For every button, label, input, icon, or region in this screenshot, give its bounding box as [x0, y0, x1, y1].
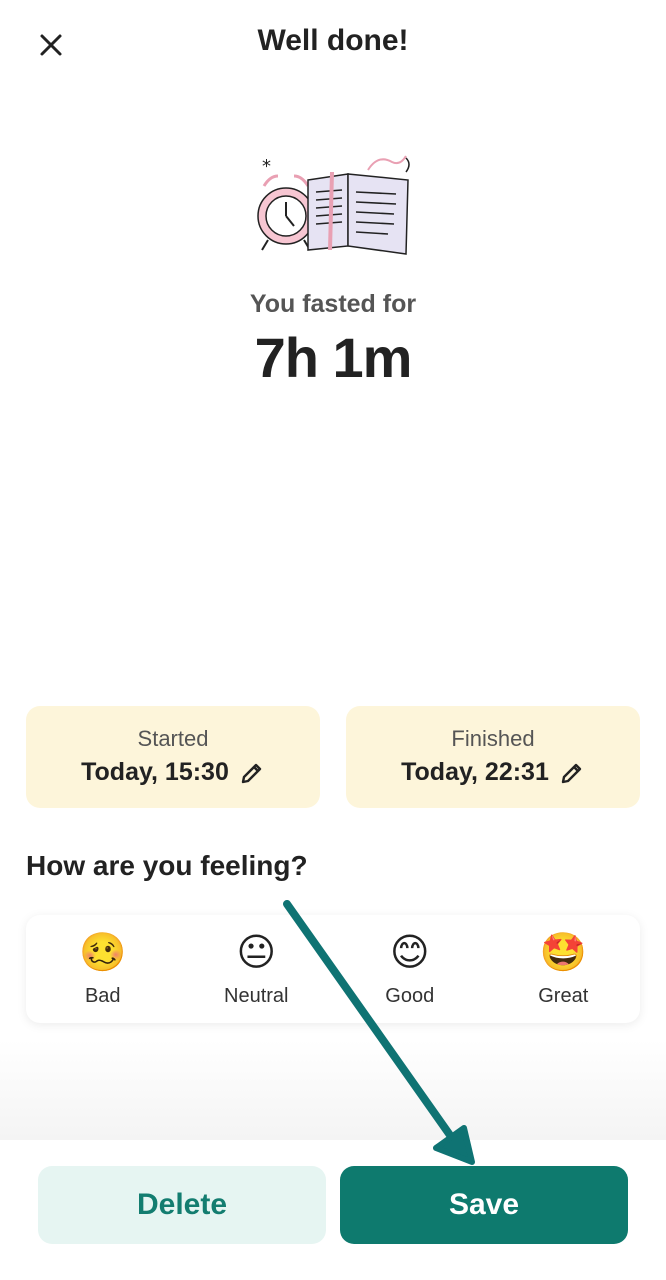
- star-struck-face-icon: 🤩: [539, 931, 587, 974]
- mood-label: Bad: [84, 984, 121, 1007]
- mood-option-neutral[interactable]: 😐 Neutral: [196, 931, 316, 1008]
- finished-time-card[interactable]: Finished Today, 22:31: [346, 706, 640, 808]
- finished-label: Finished: [451, 726, 535, 751]
- delete-button[interactable]: Delete: [38, 1166, 326, 1244]
- mood-label: Great: [538, 984, 589, 1007]
- smiling-face-icon: 😊: [389, 931, 430, 974]
- mood-option-bad[interactable]: 🥴 Bad: [43, 931, 163, 1008]
- mood-selector: 🥴 Bad 😐 Neutral 😊 Good 🤩 Great: [26, 915, 640, 1023]
- woozy-face-icon: 🥴: [79, 931, 127, 974]
- feeling-question: How are you feeling?: [26, 850, 308, 881]
- svg-text:*: *: [262, 156, 271, 177]
- save-button[interactable]: Save: [340, 1166, 628, 1244]
- started-time-card[interactable]: Started Today, 15:30: [26, 706, 320, 808]
- finished-value: Today, 22:31: [401, 758, 549, 786]
- mood-option-great[interactable]: 🤩 Great: [503, 931, 623, 1008]
- fast-duration: 7h 1m: [254, 326, 413, 389]
- mood-label: Neutral: [224, 984, 289, 1007]
- fasted-for-label: You fasted for: [249, 290, 417, 318]
- header: Well done!: [0, 0, 666, 92]
- started-label: Started: [137, 726, 209, 751]
- page-title: Well done!: [257, 24, 409, 57]
- pencil-icon[interactable]: [559, 760, 585, 786]
- pencil-icon[interactable]: [239, 760, 265, 786]
- mood-label: Good: [385, 984, 435, 1007]
- started-value: Today, 15:30: [81, 758, 229, 786]
- bottom-fade: [0, 1040, 666, 1140]
- neutral-face-icon: 😐: [236, 931, 277, 974]
- alarm-clock-journal-illustration: *: [257, 155, 410, 255]
- mood-option-good[interactable]: 😊 Good: [350, 931, 470, 1008]
